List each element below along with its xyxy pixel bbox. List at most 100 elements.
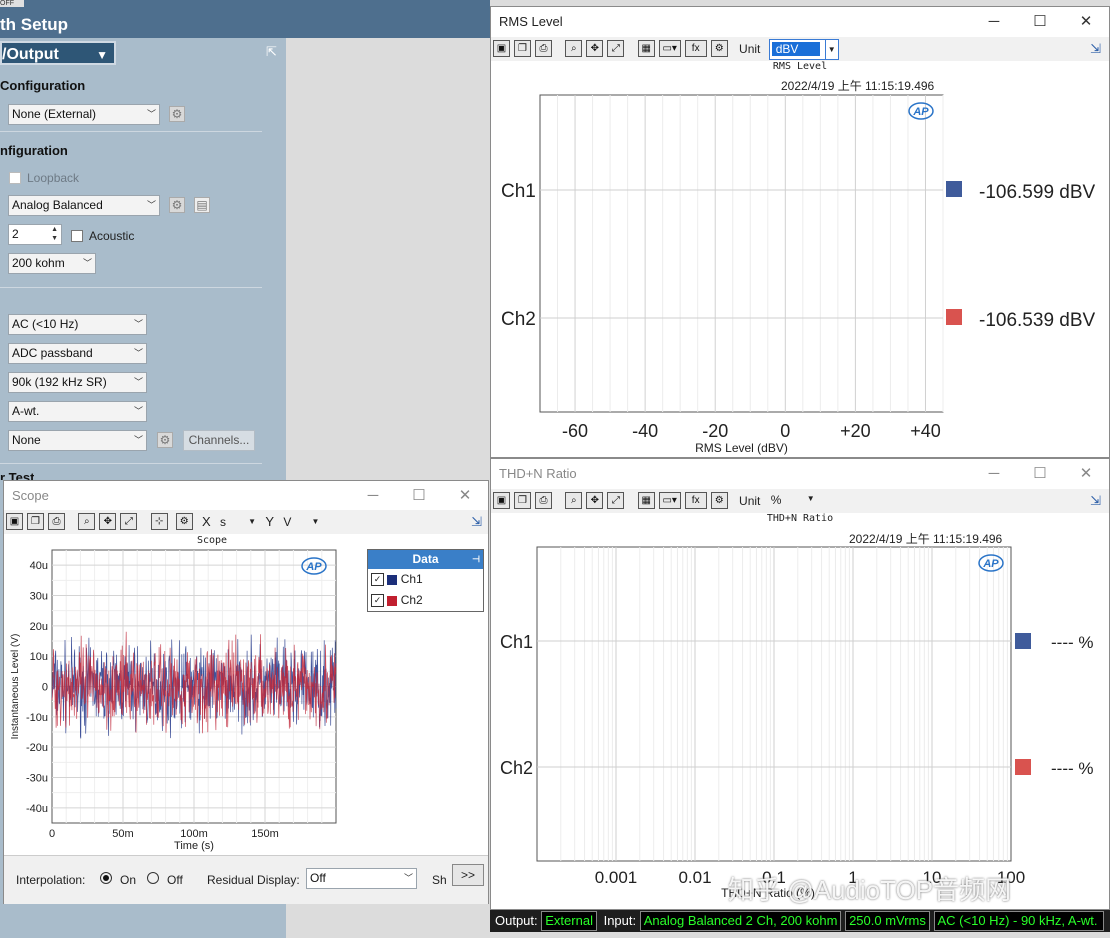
io-selector[interactable]: /Output ▼ <box>0 41 116 65</box>
data-panel: Data ⊣ ✓ Ch1 ✓ Ch2 <box>367 549 484 612</box>
interp-off-label: Off <box>167 873 183 887</box>
left-title-strip <box>0 0 490 12</box>
gear-icon[interactable]: ⚙ <box>169 197 185 213</box>
x-axis-label: Time (s) <box>174 840 214 852</box>
scope-window: Scope ─ ☐ ✕ ▣ ❐ ⎙ ⌕ ✥ ⤢ ⊹ ⚙ X s ▼ Y V ▼ ⇲ Scope 4… <box>3 480 489 904</box>
plot-area <box>539 94 944 413</box>
interp-on-label: On <box>120 873 137 887</box>
input-value[interactable]: Analog Balanced 2 Ch, 200 kohm <box>639 911 842 931</box>
input-connector-select[interactable]: Analog Balanced ﹀ <box>8 195 160 216</box>
x-tick-label: 0 <box>780 421 790 441</box>
list-icon[interactable]: ▤ <box>194 197 210 213</box>
channel-label: Ch2 <box>500 758 533 778</box>
setup-title: th Setup <box>0 12 490 38</box>
x-tick-label: 0.001 <box>595 868 638 887</box>
rms-chart: Ch1 -106.599 dBV Ch2 -106.539 dBV -60 -40 -20 0… <box>501 94 1096 455</box>
loopback-checkbox[interactable] <box>9 172 21 184</box>
ch2-label: Ch2 <box>400 593 423 607</box>
divider <box>0 463 262 464</box>
input-label: Input: <box>603 913 637 928</box>
channels-spinner[interactable]: 2 ▲ ▼ <box>8 224 62 245</box>
interp-on-radio[interactable] <box>100 872 112 884</box>
divider <box>0 287 262 288</box>
sh-label: Sh <box>432 873 447 887</box>
acoustic-checkbox[interactable] <box>71 230 83 242</box>
gear-icon[interactable]: ⚙ <box>157 432 173 448</box>
pin-icon[interactable]: ⊣ <box>472 550 480 569</box>
y-tick-label: -10u <box>26 712 48 724</box>
svg-text:AP: AP <box>305 561 322 573</box>
section-test: r Test <box>0 470 35 480</box>
y-tick-label: 0 <box>42 682 48 694</box>
filter-cutoff-select[interactable]: 90k (192 kHz SR) ﹀ <box>8 372 147 393</box>
ch2-checkbox[interactable]: ✓ <box>371 594 384 608</box>
filter-value[interactable]: AC (<10 Hz) - 90 kHz, A-wt. <box>933 911 1104 931</box>
channel-label: Ch2 <box>501 309 536 330</box>
rms-level-window: RMS Level ─ ☐ ✕ ▣ ❐ ⎙ ⌕ ✥ ⤢ ▦ ▭▾ fx ⚙ Unit dBV ▼ ⇲… <box>490 6 1110 458</box>
level-value[interactable]: 250.0 mVrms <box>845 911 930 931</box>
off-badge: OFF <box>0 0 24 7</box>
ch1-label: Ch1 <box>400 572 423 586</box>
channel-readout: -106.599 dBV <box>979 182 1096 203</box>
y-axis-label: Instantaneous Level (V) <box>10 634 21 740</box>
thdn-chart: Ch1 ---- %Ch2 ---- %0.001 0.01 0.1 1 10 100THD+… <box>500 546 1093 900</box>
y-tick-label: 30u <box>30 591 48 603</box>
ch1-checkbox[interactable]: ✓ <box>371 573 384 587</box>
residual-label: Residual Display: <box>207 873 300 887</box>
channel-label: Ch1 <box>501 181 536 202</box>
channel-swatch <box>1015 759 1031 775</box>
y-tick-label: 20u <box>30 621 48 633</box>
y-tick-label: -30u <box>26 773 48 785</box>
gear-icon[interactable]: ⚙ <box>169 106 185 122</box>
popout-icon[interactable]: ⇱ <box>266 44 280 59</box>
section-input-config: nfiguration <box>0 143 68 158</box>
x-tick-label: +40 <box>910 421 941 441</box>
more-button[interactable]: >> <box>452 864 484 886</box>
watermark: 知乎 @AudioTOP音频网 <box>728 875 1012 905</box>
loopback-label: Loopback <box>27 171 80 185</box>
ch2-swatch <box>387 595 398 606</box>
impedance-select[interactable]: 200 kohm ﹀ <box>8 253 96 274</box>
x-tick-label: 100m <box>180 828 208 840</box>
status-bar: Output: External Input: Analog Balanced … <box>490 910 1110 932</box>
scope-chart: 40u 30u 20u 10u 0 -10u -20u -30u -40u 0 50m 100m 150… <box>10 549 337 852</box>
channel-readout: ---- % <box>1051 759 1093 778</box>
thdn-ratio-window: THD+N Ratio ─ ☐ ✕ ▣ ❐ ⎙ ⌕ ✥ ⤢ ▦ ▭▾ fx ⚙ Unit % ▼ ⇲… <box>490 458 1110 910</box>
output-value[interactable]: External <box>541 911 597 931</box>
residual-select[interactable]: Off ﹀ <box>306 868 417 889</box>
y-tick-label: -20u <box>26 742 48 754</box>
section-output-config: Configuration <box>0 78 86 93</box>
interp-off-radio[interactable] <box>147 872 159 884</box>
ch1-swatch <box>387 574 398 585</box>
x-tick-label: -20 <box>702 421 728 441</box>
bandwidth-select[interactable]: ADC passband ﹀ <box>8 343 147 364</box>
channels-button[interactable]: Channels... <box>183 430 255 451</box>
svg-text:AP: AP <box>912 106 929 118</box>
x-tick-label: 150m <box>251 828 279 840</box>
output-config-select[interactable]: None (External) ﹀ <box>8 104 160 125</box>
y-tick-label: 10u <box>30 651 48 663</box>
weighting-select[interactable]: A-wt. ﹀ <box>8 401 147 422</box>
extra-filter-select[interactable]: None ﹀ <box>8 430 147 451</box>
y-tick-label: 40u <box>30 560 48 572</box>
x-tick-label: 50m <box>112 828 133 840</box>
x-tick-label: -40 <box>632 421 658 441</box>
scope-options-bar: Interpolation: On Off Residual Display: … <box>4 855 488 904</box>
channel-swatch <box>946 181 962 197</box>
divider <box>0 131 262 132</box>
channel-swatch <box>946 309 962 325</box>
svg-text:AP: AP <box>982 558 999 570</box>
x-tick-label: -60 <box>562 421 588 441</box>
channel-swatch <box>1015 633 1031 649</box>
data-panel-header: Data ⊣ <box>368 550 483 569</box>
x-axis-label: RMS Level (dBV) <box>695 441 788 455</box>
coupling-select[interactable]: AC (<10 Hz) ﹀ <box>8 314 147 335</box>
channel-readout: -106.539 dBV <box>979 310 1096 331</box>
output-label: Output: <box>495 913 538 928</box>
acoustic-label: Acoustic <box>89 229 135 243</box>
y-tick-label: -40u <box>26 803 48 815</box>
data-row: ✓ Ch1 <box>368 569 483 590</box>
data-row: ✓ Ch2 <box>368 590 483 611</box>
x-tick-label: 0 <box>49 828 55 840</box>
x-tick-label: 0.01 <box>678 868 711 887</box>
